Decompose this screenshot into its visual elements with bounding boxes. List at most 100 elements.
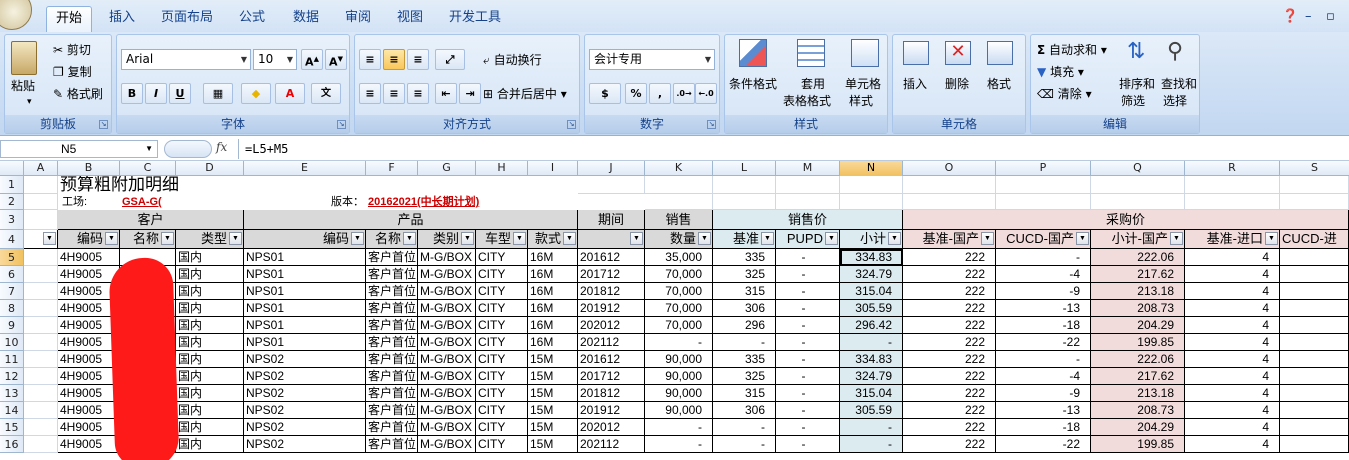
data-cell-k[interactable]: 90,000 [645,368,713,385]
data-cell-r[interactable]: 4 [1185,385,1280,402]
data-cell-k[interactable]: 70,000 [645,317,713,334]
data-cell-j[interactable]: 201812 [578,385,645,402]
data-cell-o[interactable]: 222 [903,334,996,351]
data-cell-m[interactable]: - [776,249,840,266]
data-cell-m[interactable]: - [776,368,840,385]
row-header[interactable]: 9 [0,317,24,334]
data-cell-a[interactable] [24,419,58,436]
data-cell-i[interactable]: 15M [528,368,578,385]
data-cell-n[interactable]: 315.04 [840,385,903,402]
data-cell-f[interactable]: 客户首位 [366,402,418,419]
empty-cell[interactable] [1280,176,1349,194]
filter-header-i[interactable]: 款式 ▼ [528,230,578,249]
col-header-c[interactable]: C [120,161,176,176]
data-cell-r[interactable]: 4 [1185,317,1280,334]
data-cell-i[interactable]: 16M [528,249,578,266]
conditional-format-button[interactable]: 条件格式 [729,75,777,92]
filter-dropdown-icon[interactable]: ▼ [461,232,474,245]
data-cell-l[interactable]: 325 [713,368,776,385]
phonetic-button[interactable]: 文 [311,83,341,104]
factory-label[interactable]: 工场: [58,194,120,210]
data-cell-n[interactable]: 334.83 [840,351,903,368]
minimize-icon[interactable]: – [1305,9,1312,24]
data-cell-i[interactable]: 15M [528,419,578,436]
row-header[interactable]: 13 [0,385,24,402]
increase-indent-button[interactable]: ⇥ [459,83,481,104]
data-cell-b[interactable]: 4H9005 [58,419,120,436]
data-cell-p[interactable]: -13 [996,402,1091,419]
row-header[interactable]: 6 [0,266,24,283]
empty-cell[interactable] [840,176,903,194]
filter-header-o[interactable]: 基准-国产 ▼ [903,230,996,249]
data-cell-a[interactable] [24,436,58,453]
col-header-i[interactable]: I [528,161,578,176]
filter-dropdown-icon[interactable]: ▼ [513,232,526,245]
factory-value[interactable]: GSA-G( [120,194,244,210]
tab-insert[interactable]: 插入 [100,6,144,32]
filter-dropdown-icon[interactable]: ▼ [351,232,364,245]
data-cell-e[interactable]: NPS01 [244,334,366,351]
filter-header-f[interactable]: 名称 ▼ [366,230,418,249]
col-header-k[interactable]: K [645,161,713,176]
empty-cell[interactable] [1091,194,1185,210]
empty-cell[interactable] [776,176,840,194]
filter-header-l[interactable]: 基准 ▼ [713,230,776,249]
fill-color-button[interactable]: ◆ [241,83,271,104]
data-cell-j[interactable]: 201712 [578,368,645,385]
filter-dropdown-icon[interactable]: ▼ [403,232,416,245]
decrease-indent-button[interactable]: ⇤ [435,83,457,104]
data-cell-g[interactable]: M-G/BOX [418,385,476,402]
row-header[interactable]: 10 [0,334,24,351]
data-cell-g[interactable]: M-G/BOX [418,334,476,351]
data-cell-k[interactable]: 70,000 [645,283,713,300]
data-cell-n[interactable]: 324.79 [840,266,903,283]
filter-dropdown-icon[interactable]: ▼ [888,232,901,245]
data-cell-s[interactable] [1280,402,1349,419]
data-cell-q[interactable]: 222.06 [1091,249,1185,266]
data-cell-d[interactable]: 国内 [176,385,244,402]
empty-cell[interactable] [1185,176,1280,194]
data-cell-r[interactable]: 4 [1185,436,1280,453]
format-as-table-button[interactable]: 套用 [801,75,825,92]
autosum-button[interactable]: Σ 自动求和 ▾ [1037,41,1107,58]
insert-function-icon[interactable]: fx [216,140,227,154]
data-cell-s[interactable] [1280,300,1349,317]
data-cell-i[interactable]: 16M [528,283,578,300]
data-cell-k[interactable]: - [645,334,713,351]
col-header-g[interactable]: G [418,161,476,176]
borders-button[interactable]: ▦ [203,83,233,104]
row-header[interactable]: 16 [0,436,24,453]
data-cell-j[interactable]: 201912 [578,300,645,317]
number-launcher-icon[interactable]: ↘ [707,120,716,129]
font-color-button[interactable]: A [275,83,305,104]
data-cell-g[interactable]: M-G/BOX [418,317,476,334]
version-label[interactable]: 版本： [244,194,366,210]
data-cell-a[interactable] [24,300,58,317]
tab-data[interactable]: 数据 [284,6,328,32]
data-cell-h[interactable]: CITY [476,351,528,368]
data-cell-l[interactable]: 335 [713,351,776,368]
data-cell-s[interactable] [1280,351,1349,368]
row-header[interactable]: 1 [0,176,24,194]
data-cell-i[interactable]: 15M [528,436,578,453]
data-cell-a[interactable] [24,351,58,368]
data-cell-a[interactable] [24,385,58,402]
data-cell-i[interactable]: 16M [528,317,578,334]
sheet-title[interactable]: 预算粗附加明细 [58,176,578,194]
data-cell-p[interactable]: - [996,351,1091,368]
col-header-j[interactable]: J [578,161,645,176]
data-cell-a[interactable] [24,249,58,266]
filter-header-g[interactable]: 类别 ▼ [418,230,476,249]
filter-dropdown-icon[interactable]: ▼ [630,232,643,245]
group-header-product[interactable]: 产品 [244,210,578,230]
data-cell-o[interactable]: 222 [903,385,996,402]
data-cell-m[interactable]: - [776,402,840,419]
select-all-corner[interactable] [0,161,24,176]
empty-cell[interactable] [713,194,776,210]
data-cell-l[interactable]: 315 [713,283,776,300]
data-cell-i[interactable]: 15M [528,385,578,402]
col-header-s[interactable]: S [1280,161,1349,176]
col-header-q[interactable]: Q [1091,161,1185,176]
align-top-button[interactable]: ≡ [359,49,381,70]
data-cell-i[interactable]: 16M [528,334,578,351]
